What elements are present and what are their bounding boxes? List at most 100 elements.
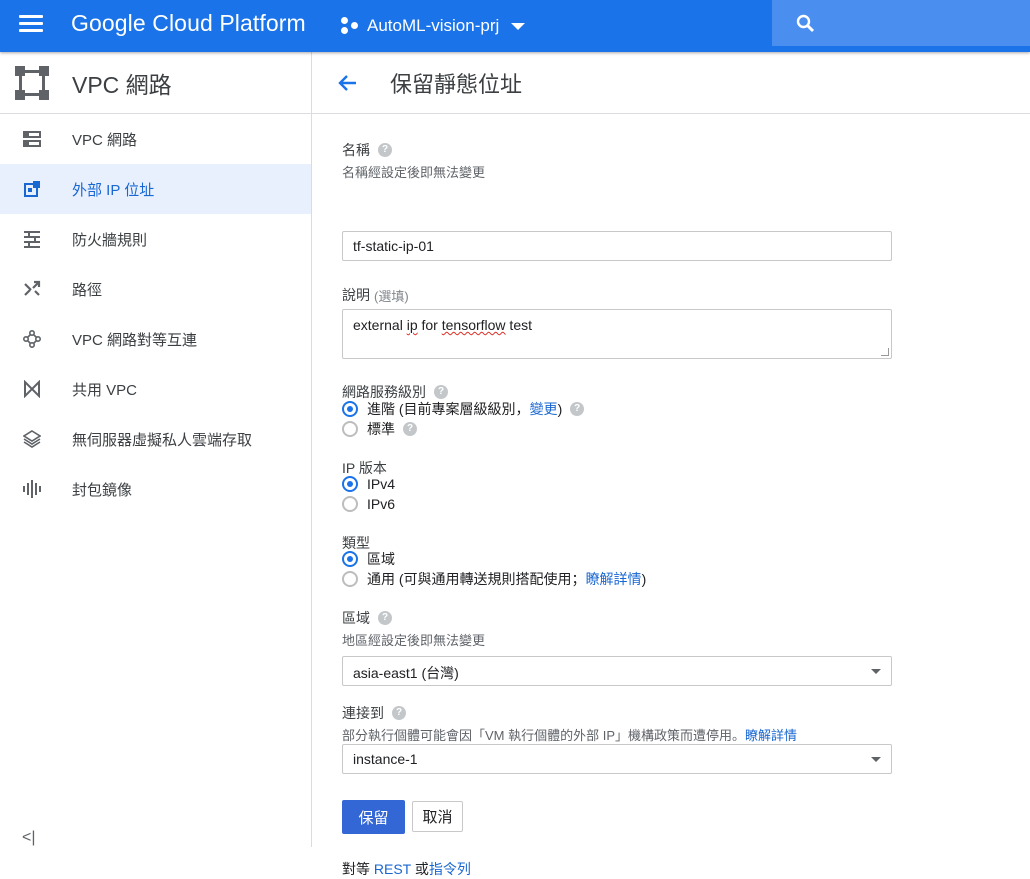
product-brand[interactable]: Google Cloud Platform — [71, 10, 306, 37]
sidebar-item-routes[interactable]: 路徑 — [0, 264, 311, 314]
tier-premium-radio[interactable]: 進階 (目前專案層級級別， 變更)? — [342, 399, 585, 419]
attached-label: 連接到 — [342, 705, 384, 721]
sidebar-nav: VPC 網路 外部 IP 位址 防火牆規則 路徑 VPC 網路對等互連 共用 V… — [0, 114, 311, 514]
packet-mirroring-icon — [22, 479, 42, 499]
search-icon — [796, 14, 815, 33]
help-icon[interactable]: ? — [403, 422, 417, 436]
description-label: 說明 — [342, 287, 370, 303]
hamburger-menu-icon[interactable] — [19, 13, 45, 39]
sidebar-item-label: VPC 網路 — [72, 131, 138, 149]
rest-link[interactable]: REST — [374, 861, 411, 877]
name-input-value: tf-static-ip-01 — [353, 238, 434, 254]
help-icon[interactable]: ? — [392, 706, 406, 720]
equivalent-links: 對等 REST 或指令列 — [342, 859, 471, 879]
firewall-icon — [22, 229, 42, 249]
project-selector[interactable]: AutoML-vision-prj — [340, 12, 526, 40]
name-label: 名稱 — [342, 142, 370, 158]
sidebar-title: VPC 網路 — [72, 71, 172, 98]
ipv4-radio[interactable]: IPv4 — [342, 474, 395, 494]
optional-label: (選填) — [374, 288, 409, 304]
attached-hint: 部分執行個體可能會因「VM 執行個體的外部 IP」機構政策而遭停用。瞭解詳情 — [342, 725, 797, 744]
region-select[interactable]: asia-east1 (台灣) — [342, 656, 892, 686]
sidebar-item-vpc-network[interactable]: VPC 網路 — [0, 114, 311, 164]
serverless-icon — [22, 429, 42, 449]
collapse-sidebar-button[interactable]: <| — [22, 829, 36, 847]
change-tier-link[interactable]: 變更 — [530, 399, 558, 419]
help-icon[interactable]: ? — [570, 402, 585, 416]
shared-vpc-icon — [22, 379, 42, 399]
attached-section: 連接到? 部分執行個體可能會因「VM 執行個體的外部 IP」機構政策而遭停用。瞭… — [342, 703, 797, 744]
description-textarea[interactable]: external ip for tensorflow test — [342, 309, 892, 359]
radio-unselected-icon — [342, 571, 358, 587]
sidebar-item-packet-mirroring[interactable]: 封包鏡像 — [0, 464, 311, 514]
attached-select-value: instance-1 — [353, 751, 418, 767]
cancel-button[interactable]: 取消 — [412, 801, 463, 832]
vpc-network-icon — [22, 129, 42, 149]
description-text: ip — [406, 317, 418, 333]
page-title: 保留靜態位址 — [390, 71, 523, 97]
region-select-value: asia-east1 (台灣) — [353, 665, 459, 681]
sidebar-item-label: 路徑 — [72, 281, 103, 299]
radio-selected-icon — [342, 476, 358, 492]
sidebar-item-label: VPC 網路對等互連 — [72, 331, 198, 349]
top-bar: Google Cloud Platform AutoML-vision-prj — [0, 0, 1030, 52]
tier-standard-label: 標準 — [367, 421, 395, 437]
type-regional-label: 區域 — [367, 551, 395, 567]
radio-unselected-icon — [342, 421, 358, 437]
name-section: 名稱? 名稱經設定後即無法變更 — [342, 140, 485, 181]
name-hint: 名稱經設定後即無法變更 — [342, 165, 486, 180]
sidebar-item-label: 共用 VPC — [72, 381, 138, 399]
ipv6-label: IPv6 — [367, 496, 396, 512]
sidebar: VPC 網路 VPC 網路 外部 IP 位址 防火牆規則 路徑 VPC 網路對等… — [0, 52, 312, 847]
help-icon[interactable]: ? — [378, 611, 392, 625]
radio-selected-icon — [342, 551, 358, 567]
description-section: 說明 (選填) — [342, 285, 409, 305]
radio-selected-icon — [342, 401, 358, 417]
page-header: 保留靜態位址 — [312, 52, 1030, 114]
learn-more-link[interactable]: 瞭解詳情 — [586, 569, 642, 589]
radio-unselected-icon — [342, 496, 358, 512]
region-section: 區域? 地區經設定後即無法變更 — [342, 608, 485, 649]
command-line-link[interactable]: 指令列 — [429, 861, 471, 877]
sidebar-header: VPC 網路 — [0, 52, 311, 114]
sidebar-item-external-ip[interactable]: 外部 IP 位址 — [0, 164, 311, 214]
ipv6-radio[interactable]: IPv6 — [342, 494, 395, 514]
sidebar-item-shared-vpc[interactable]: 共用 VPC — [0, 364, 311, 414]
sidebar-item-firewall[interactable]: 防火牆規則 — [0, 214, 311, 264]
help-icon[interactable]: ? — [378, 143, 392, 157]
project-name: AutoML-vision-prj — [367, 16, 500, 35]
reserve-button[interactable]: 保留 — [342, 800, 405, 834]
type-global-label: 通用 (可與通用轉送規則搭配使用； — [367, 571, 586, 587]
description-text: external — [353, 317, 407, 333]
attached-hint-text: 部分執行個體可能會因「VM 執行個體的外部 IP」機構政策而遭停用。 — [342, 728, 746, 743]
back-arrow-icon[interactable] — [336, 71, 360, 95]
dropdown-arrow-icon — [871, 669, 881, 674]
equivalent-prefix: 對等 — [342, 861, 374, 877]
peering-icon — [22, 329, 42, 349]
tier-premium-close: ) — [557, 401, 563, 417]
learn-more-link[interactable]: 瞭解詳情 — [745, 728, 797, 743]
sidebar-item-label: 外部 IP 位址 — [72, 181, 155, 199]
external-ip-icon — [22, 179, 42, 199]
sidebar-item-label: 防火牆規則 — [72, 231, 148, 249]
sidebar-item-label: 無伺服器虛擬私人雲端存取 — [72, 431, 253, 449]
region-hint: 地區經設定後即無法變更 — [342, 633, 486, 648]
type-global-radio[interactable]: 通用 (可與通用轉送規則搭配使用； 瞭解詳情) — [342, 569, 646, 589]
tier-premium-label: 進階 (目前專案層級級別， — [367, 401, 530, 417]
tier-standard-radio[interactable]: 標準? — [342, 419, 417, 439]
routes-icon — [22, 279, 42, 299]
help-icon[interactable]: ? — [434, 385, 448, 399]
resize-handle-icon[interactable] — [881, 348, 889, 356]
description-text: for — [417, 317, 442, 333]
name-input[interactable]: tf-static-ip-01 — [342, 231, 892, 261]
sidebar-item-peering[interactable]: VPC 網路對等互連 — [0, 314, 311, 364]
search-input[interactable] — [772, 0, 1030, 46]
ipv4-label: IPv4 — [367, 476, 396, 492]
sidebar-item-label: 封包鏡像 — [72, 481, 133, 499]
type-regional-radio[interactable]: 區域 — [342, 549, 395, 569]
sidebar-item-serverless[interactable]: 無伺服器虛擬私人雲端存取 — [0, 414, 311, 464]
project-icon — [340, 16, 360, 36]
description-text: test — [505, 317, 533, 333]
attached-select[interactable]: instance-1 — [342, 744, 892, 774]
type-global-close: ) — [641, 571, 647, 587]
